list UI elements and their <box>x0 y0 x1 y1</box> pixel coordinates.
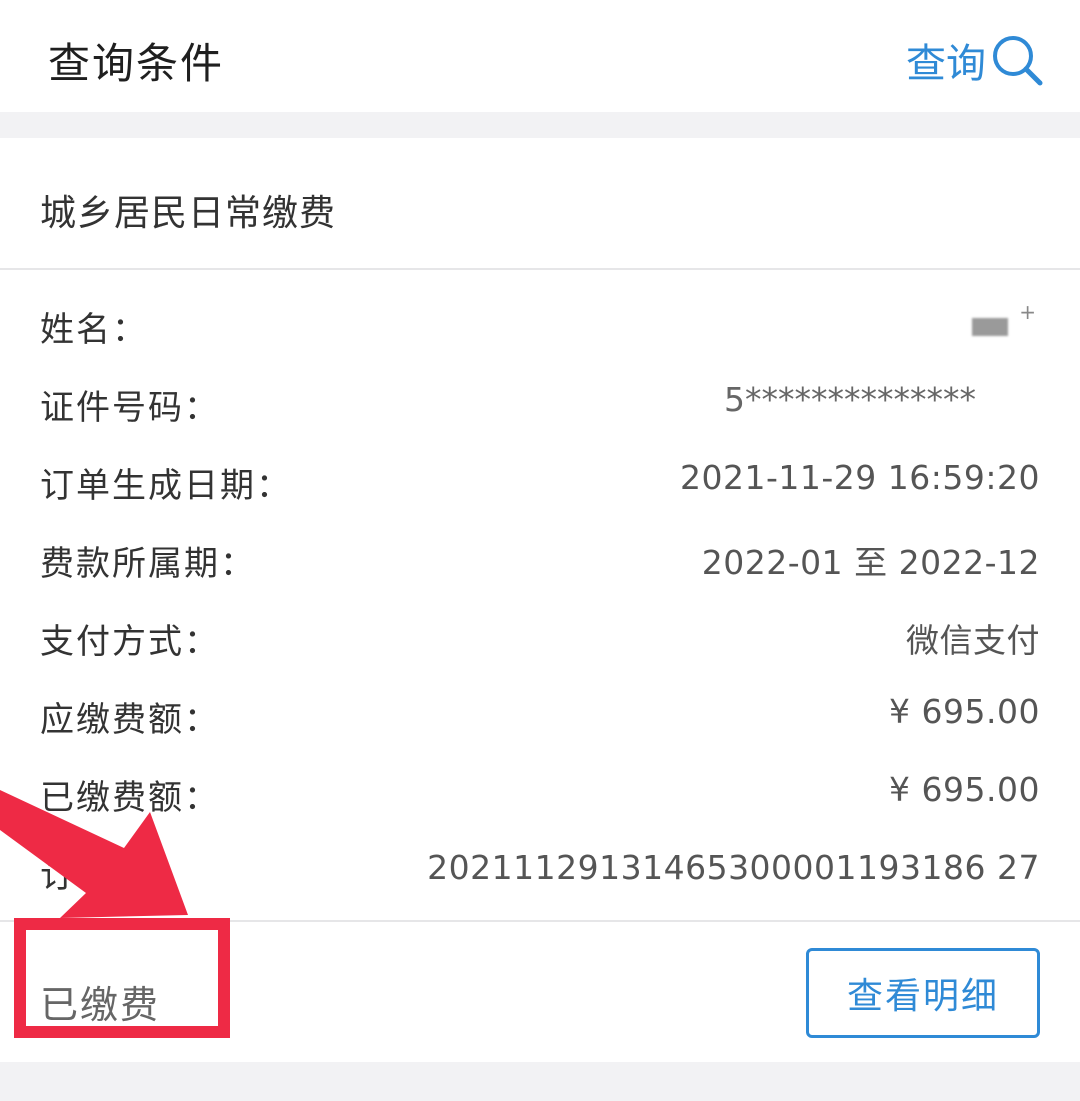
name-label: 姓名： <box>40 310 148 350</box>
redaction-mark: + <box>1019 300 1036 324</box>
order-number-label: 订单号： <box>40 856 184 896</box>
name-value-redacted <box>972 318 1008 336</box>
info-row-order-date: 订单生成日期： 2021-11-29 16:59:20 <box>40 450 1040 510</box>
id-number-label: 证件号码： <box>40 388 220 428</box>
info-row-amount-paid: 已缴费额： ¥ 695.00 <box>40 762 1040 822</box>
amount-paid-label: 已缴费额： <box>40 778 220 818</box>
query-button-label: 查询 <box>906 41 986 87</box>
info-row-payment-method: 支付方式： 微信支付 <box>40 606 1040 666</box>
payment-record-card: 城乡居民日常缴费 姓名： + 证件号码： 5************** 订单生… <box>0 138 1080 1062</box>
amount-due-label: 应缴费额： <box>40 700 220 740</box>
bottom-background <box>0 1062 1080 1101</box>
query-button[interactable]: 查询 <box>906 30 1044 90</box>
page-title: 查询条件 <box>48 39 225 88</box>
payment-method-label: 支付方式： <box>40 622 220 662</box>
info-row-id-number: 证件号码： 5************** <box>40 372 1040 432</box>
card-title: 城乡居民日常缴费 <box>40 193 337 234</box>
info-row-name: 姓名： + <box>40 294 1040 354</box>
search-icon <box>990 33 1044 87</box>
payment-method-value: 微信支付 <box>906 621 1040 660</box>
payment-status: 已缴费 <box>40 983 161 1027</box>
info-row-order-number: 订单号： 20211129131465300001193186 27 <box>40 840 1040 900</box>
info-row-period: 费款所属期： 2022-01 至 2022-12 <box>40 528 1040 588</box>
period-value: 2022-01 至 2022-12 <box>701 543 1040 582</box>
card-title-divider <box>0 268 1080 270</box>
amount-due-value: ¥ 695.00 <box>889 692 1040 731</box>
order-date-label: 订单生成日期： <box>40 466 292 506</box>
payment-query-page: 查询条件 查询 城乡居民日常缴费 姓名： + 证件号码： 5**********… <box>0 0 1080 1101</box>
order-number-value: 20211129131465300001193186 27 <box>427 848 1040 887</box>
period-label: 费款所属期： <box>40 544 256 584</box>
amount-paid-value: ¥ 695.00 <box>889 770 1040 809</box>
order-date-value: 2021-11-29 16:59:20 <box>680 458 1040 497</box>
query-header: 查询条件 查询 <box>0 0 1080 112</box>
info-row-amount-due: 应缴费额： ¥ 695.00 <box>40 684 1040 744</box>
view-details-button[interactable]: 查看明细 <box>806 948 1040 1038</box>
id-number-value: 5************** <box>724 380 976 419</box>
